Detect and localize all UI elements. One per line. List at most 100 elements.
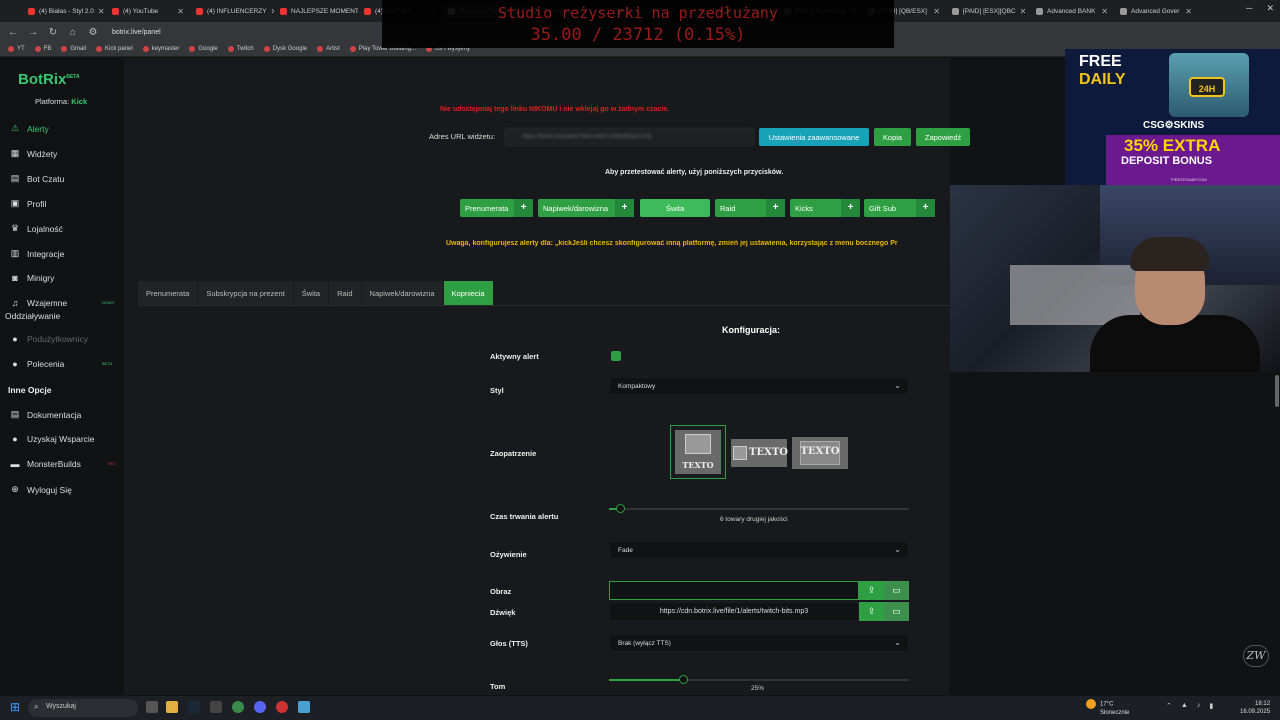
browser-tab[interactable]: (4) Białas - Styl 2.0 ✕ [22, 2, 106, 20]
bookmark-item[interactable]: Twitch [227, 46, 254, 52]
sidebar-item[interactable]: ● Polecenia [10, 359, 64, 369]
test-alert-button[interactable]: Prenumerata + [460, 199, 533, 217]
sidebar-item[interactable]: ♫ Wzajemne [10, 298, 68, 308]
reload-icon[interactable]: ↻ [48, 27, 58, 38]
tts-select[interactable]: Brak (wyłącz TTS) ⌄ [609, 634, 909, 652]
preview-button[interactable]: Zapowiedź [916, 128, 970, 146]
botrix-logo[interactable]: BotRixBETA [18, 71, 80, 88]
alert-tab[interactable]: Napiwek/darowizna [361, 281, 444, 305]
minimize-icon[interactable]: ─ [1246, 3, 1252, 14]
test-alert-button[interactable]: Raid + [715, 199, 785, 217]
url-text[interactable]: botrix.live/panel [112, 29, 161, 36]
windows-start-icon[interactable]: ⊞ [8, 700, 22, 714]
duration-slider-knob[interactable] [616, 504, 625, 513]
browser-tab[interactable]: (4) YouTube✕ [106, 2, 190, 20]
browser-tab[interactable]: Advanced BANK ✕ [1030, 2, 1114, 20]
bookmark-item[interactable]: keymaster [142, 46, 179, 52]
close-tab-icon[interactable]: ✕ [1101, 7, 1108, 16]
bookmark-item[interactable]: Artist [317, 46, 340, 52]
upload-icon[interactable]: ⇪ [859, 581, 884, 600]
volume-slider[interactable] [609, 675, 909, 684]
bookmark-item[interactable]: YT [8, 46, 25, 52]
pirateswap-ad[interactable]: 35% EXTRA DEPOSIT BONUS PIRATESWAP.COM [1106, 135, 1280, 185]
alert-tab[interactable]: Prenumerata [138, 281, 199, 305]
sidebar-item[interactable]: ⚠ Alerty [10, 123, 49, 134]
close-tab-icon[interactable]: ✕ [1185, 7, 1192, 16]
sidebar-item[interactable]: ▤ Bot Czatu [10, 173, 65, 184]
battery-icon[interactable]: ▮ [1209, 702, 1213, 710]
bookmark-item[interactable]: Kick panel [96, 46, 133, 52]
home-icon[interactable]: ⌂ [68, 27, 78, 38]
sound-label: Dźwięk [490, 608, 516, 617]
browser-tab[interactable]: [PAID] [ESX][QBC ✕ [946, 2, 1030, 20]
file-explorer-icon[interactable] [166, 701, 178, 713]
close-window-icon[interactable]: ✕ [1266, 3, 1274, 14]
image-input[interactable] [609, 581, 859, 600]
test-alert-button[interactable]: Świta [640, 199, 710, 217]
sidebar-item[interactable]: ♛ Lojalność [10, 223, 63, 234]
bookmark-item[interactable]: Google [189, 46, 218, 52]
browser-tab[interactable]: (4) INFLUENCERZY ✕ [190, 2, 274, 20]
sidebar-item[interactable]: ▣ Profil [10, 198, 47, 209]
gallery-icon[interactable]: ▭ [884, 581, 909, 600]
alert-tab[interactable]: Subskrypcja na prezent [198, 281, 294, 305]
sidebar-item[interactable]: ● Podużytkownicy [10, 334, 88, 344]
terminal-icon[interactable] [210, 701, 222, 713]
animation-select[interactable]: Fade ⌄ [609, 541, 909, 559]
back-icon[interactable]: ← [8, 27, 18, 38]
sidebar-other-item[interactable]: ⊕ Wyloguj Się [10, 484, 72, 495]
task-view-icon[interactable] [146, 701, 158, 713]
upload-icon[interactable]: ⇪ [859, 602, 884, 621]
sidebar-item[interactable]: ▥ Integracje [10, 248, 65, 259]
duration-slider[interactable] [609, 504, 909, 513]
layout-option-overlay[interactable]: TEXTO [792, 437, 848, 469]
sidebar-other-item[interactable]: ● Uzyskaj Wsparcie [10, 434, 94, 444]
layout-option-side[interactable]: TEXTO [731, 439, 788, 467]
browser-tab[interactable]: NAJLEPSZE MOMENTY✕ [274, 2, 358, 20]
style-select[interactable]: Kompaktowy ⌄ [609, 377, 909, 395]
notepad-icon[interactable] [298, 701, 310, 713]
close-tab-icon[interactable]: ✕ [933, 7, 940, 16]
alert-tab[interactable]: Kopniecia [443, 281, 494, 305]
alert-tab[interactable]: Raid [329, 281, 362, 305]
discord-icon[interactable] [254, 701, 266, 713]
sidebar-badge: NOWY [102, 300, 115, 305]
sidebar-other-item[interactable]: ▬ MonsterBuilds [10, 459, 81, 469]
weather-widget[interactable]: 17°C Słonecznie [1086, 699, 1129, 717]
bookmark-item[interactable]: Gmail [61, 46, 86, 52]
sidebar-other-item[interactable]: ▤ Dokumentacja [10, 409, 82, 420]
bookmark-item[interactable]: Dysk Google [263, 46, 307, 52]
test-alert-button[interactable]: Gift Sub + [864, 199, 935, 217]
sidebar-item[interactable]: ◙ Minigry [10, 273, 54, 283]
active-alert-checkbox[interactable] [611, 351, 621, 361]
copy-button[interactable]: Kopia [874, 128, 911, 146]
browser-tab[interactable]: Advanced Gover ✕ [1114, 2, 1198, 20]
sound-input[interactable]: https://cdn.botrix.live/file/1/alerts/tw… [609, 602, 859, 621]
alert-tab[interactable]: Świta [293, 281, 330, 305]
chevron-up-icon[interactable]: ⌃ [1166, 702, 1172, 710]
close-tab-icon[interactable]: ✕ [98, 7, 105, 16]
tabs-divider [138, 305, 950, 306]
test-alert-button[interactable]: Napiwek/darowizna + [538, 199, 634, 217]
app-icon[interactable] [276, 701, 288, 713]
gallery-icon[interactable]: ▭ [884, 602, 909, 621]
clock[interactable]: 18:12 16.09.2025 [1240, 700, 1270, 716]
steam-icon[interactable] [188, 701, 200, 713]
close-tab-icon[interactable]: ✕ [177, 7, 184, 16]
widget-url-field[interactable]: https://botrix.live/alert?bid=a4b7c2d8e9… [505, 128, 754, 146]
sidebar-item-label-line2[interactable]: Oddziaływanie [5, 311, 60, 321]
site-info-icon[interactable]: ⚙ [88, 27, 98, 38]
bookmark-item[interactable]: FB [34, 46, 51, 52]
volume-icon[interactable]: ♪ [1197, 702, 1201, 710]
taskbar-search[interactable]: ⌕ Wyszukaj [28, 699, 138, 717]
scrollbar[interactable] [1275, 375, 1279, 407]
chrome-icon[interactable] [232, 701, 244, 713]
test-alert-button[interactable]: Kicks + [790, 199, 860, 217]
network-icon[interactable]: ▲ [1181, 702, 1188, 710]
volume-slider-knob[interactable] [679, 675, 688, 684]
forward-icon[interactable]: → [28, 27, 38, 38]
close-tab-icon[interactable]: ✕ [1020, 7, 1027, 16]
advanced-settings-button[interactable]: Ustawienia zaawansowane [759, 128, 869, 146]
layout-option-stacked[interactable]: TEXTO [670, 425, 726, 479]
sidebar-item[interactable]: ▦ Widżety [10, 148, 58, 159]
